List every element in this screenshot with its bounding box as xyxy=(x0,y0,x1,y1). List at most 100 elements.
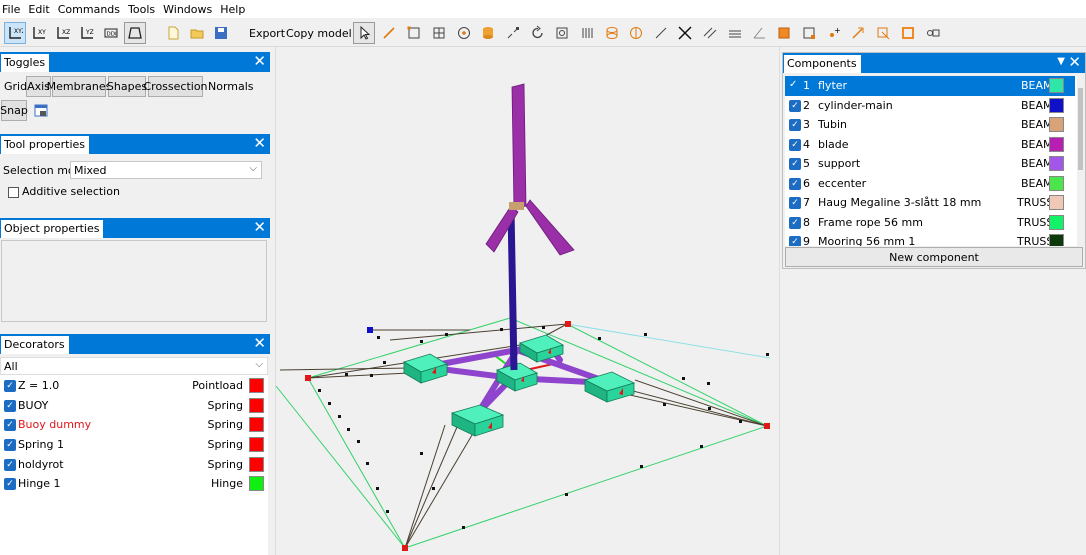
additive-selection-checkbox[interactable] xyxy=(8,187,19,198)
new-component-button[interactable]: New component xyxy=(785,247,1083,267)
color-swatch[interactable] xyxy=(249,476,264,491)
color-swatch[interactable] xyxy=(1049,175,1064,191)
close-icon[interactable]: ✕ xyxy=(253,219,266,236)
view-xyz-icon[interactable]: XYZ xyxy=(4,22,26,44)
cylinder-icon[interactable] xyxy=(601,22,623,44)
save-icon[interactable] xyxy=(210,22,232,44)
view-yz-icon[interactable]: YZ xyxy=(76,22,98,44)
menu-windows[interactable]: Windows xyxy=(161,3,218,16)
new-file-icon[interactable] xyxy=(162,22,184,44)
checkbox-checked-icon[interactable]: ✓ xyxy=(789,138,801,151)
toggle-snap[interactable]: Snap xyxy=(0,100,28,121)
view-xz-icon[interactable]: XZ xyxy=(52,22,74,44)
cylinder-stack-icon[interactable] xyxy=(477,22,499,44)
decorator-filter-select[interactable]: All ⌵ xyxy=(0,357,268,375)
checkbox-checked-icon[interactable]: ✓ xyxy=(4,459,16,471)
hatch-icon[interactable] xyxy=(724,22,746,44)
color-swatch[interactable] xyxy=(1049,117,1064,132)
checkbox-checked-icon[interactable]: ✓ xyxy=(4,419,16,431)
decorator-row[interactable]: ✓ BUOY Spring xyxy=(0,396,268,415)
circle-node-icon[interactable] xyxy=(453,22,475,44)
checkbox-checked-icon[interactable]: ✓ xyxy=(789,236,801,246)
checkbox-checked-icon[interactable]: ✓ xyxy=(789,197,801,209)
close-icon[interactable]: ✕ xyxy=(253,135,266,152)
color-swatch[interactable] xyxy=(249,437,264,452)
model-3d-render[interactable] xyxy=(276,47,779,555)
toggle-crossection[interactable]: Crossection xyxy=(143,76,208,97)
component-row[interactable]: ✓ 1 flyter BEAM xyxy=(785,76,1075,96)
component-row[interactable]: ✓ 5 support BEAM xyxy=(785,154,1075,174)
component-row[interactable]: ✓ 3 Tubin BEAM xyxy=(785,115,1075,135)
grid-rect-icon[interactable] xyxy=(428,22,450,44)
checkbox-checked-icon[interactable]: ✓ xyxy=(789,119,801,131)
checkbox-checked-icon[interactable]: ✓ xyxy=(4,439,16,451)
decorator-row[interactable]: ✓ Spring 1 Spring xyxy=(0,435,268,454)
component-row[interactable]: ✓ 8 Frame rope 56 mm TRUSS xyxy=(785,213,1075,233)
view-xy-icon[interactable]: XY xyxy=(28,22,50,44)
checkbox-checked-icon[interactable]: ✓ xyxy=(4,400,16,412)
color-swatch[interactable] xyxy=(1049,136,1064,152)
color-swatch[interactable] xyxy=(249,457,264,472)
toggle-membranes[interactable]: Membranes xyxy=(47,76,111,97)
menu-edit[interactable]: Edit xyxy=(26,3,55,16)
bars-icon[interactable] xyxy=(576,22,598,44)
component-list-scrollbar[interactable] xyxy=(1077,76,1085,246)
line-icon[interactable] xyxy=(650,22,672,44)
decorator-row[interactable]: ✓ Hinge 1 Hinge xyxy=(0,474,268,493)
components-tab[interactable]: Components xyxy=(784,55,861,73)
cross-icon[interactable] xyxy=(674,22,696,44)
color-swatch[interactable] xyxy=(249,398,264,413)
component-row[interactable]: ✓ 2 cylinder-main BEAM xyxy=(785,96,1075,116)
open-folder-icon[interactable] xyxy=(186,22,208,44)
half-circle-icon[interactable] xyxy=(625,22,647,44)
menu-tools[interactable]: Tools xyxy=(126,3,161,16)
menu-help[interactable]: Help xyxy=(218,3,251,16)
checkbox-checked-icon[interactable]: ✓ xyxy=(789,158,801,170)
close-icon[interactable]: ✕ xyxy=(253,53,266,70)
perspective-icon[interactable] xyxy=(124,22,146,44)
checkbox-checked-icon[interactable]: ✓ xyxy=(4,380,16,392)
menu-file[interactable]: File xyxy=(0,3,26,16)
copy-model-button[interactable]: Copy model xyxy=(284,22,354,44)
link-icon[interactable] xyxy=(922,22,944,44)
color-swatch[interactable] xyxy=(249,417,264,432)
orange-box-icon[interactable] xyxy=(897,22,919,44)
color-swatch[interactable] xyxy=(1049,78,1064,93)
arrow-square-icon[interactable] xyxy=(872,22,894,44)
close-icon[interactable]: ✕ xyxy=(1068,54,1081,71)
draw-line-icon[interactable] xyxy=(378,22,400,44)
menu-commands[interactable]: Commands xyxy=(56,3,126,16)
component-row[interactable]: ✓ 7 Haug Megaline 3-slått 18 mm TRUSS xyxy=(785,193,1075,213)
component-row[interactable]: ✓ 6 eccenter BEAM xyxy=(785,174,1075,194)
view-3d-box-icon[interactable]: DDI xyxy=(100,22,122,44)
toggle-normals[interactable]: Normals xyxy=(208,80,254,93)
angle-icon[interactable] xyxy=(748,22,770,44)
model-viewport[interactable] xyxy=(276,47,779,555)
right-splitter[interactable] xyxy=(779,47,782,555)
add-node-icon[interactable]: + xyxy=(823,22,845,44)
node-square-icon[interactable] xyxy=(798,22,820,44)
checkbox-checked-icon[interactable]: ✓ xyxy=(4,478,16,490)
color-swatch[interactable] xyxy=(1049,97,1064,113)
color-swatch[interactable] xyxy=(1049,234,1064,246)
toggle-grid[interactable]: Grid xyxy=(4,80,27,93)
select-pointer-icon[interactable] xyxy=(353,22,375,44)
rotate-icon[interactable] xyxy=(527,22,549,44)
component-row[interactable]: ✓ 9 Mooring 56 mm 1 TRUSS xyxy=(785,232,1075,246)
left-splitter[interactable] xyxy=(270,47,276,555)
component-row[interactable]: ✓ 4 blade BEAM xyxy=(785,135,1075,155)
tool-properties-tab[interactable]: Tool properties xyxy=(1,136,89,154)
selection-model-select[interactable]: Mixed ⌵ xyxy=(70,161,262,179)
decorators-tab[interactable]: Decorators xyxy=(1,336,69,354)
scrollbar-thumb[interactable] xyxy=(1078,88,1083,170)
color-swatch[interactable] xyxy=(1049,195,1064,210)
menu-triangle-icon[interactable]: ▼ xyxy=(1057,56,1065,67)
object-properties-tab[interactable]: Object properties xyxy=(1,220,104,238)
scale-icon[interactable] xyxy=(502,22,524,44)
checkbox-checked-icon[interactable]: ✓ xyxy=(789,216,801,229)
color-swatch[interactable] xyxy=(1049,156,1064,171)
toggle-shapes[interactable]: Shapes xyxy=(107,76,147,97)
calendar-lock-icon[interactable] xyxy=(34,103,49,118)
decorator-row[interactable]: ✓ Buoy dummy Spring xyxy=(0,415,268,434)
close-icon[interactable]: ✕ xyxy=(253,335,266,352)
